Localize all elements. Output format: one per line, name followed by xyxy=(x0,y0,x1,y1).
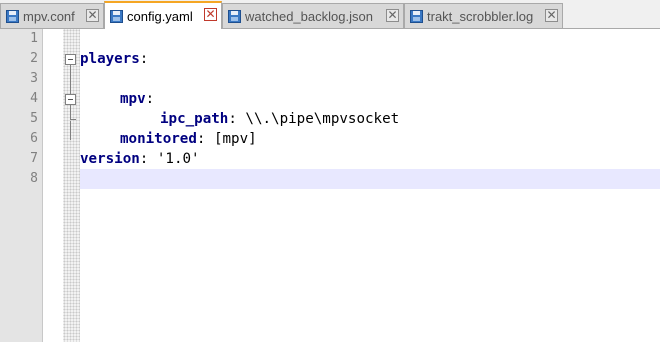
yaml-key: mpv xyxy=(120,91,146,107)
fold-end-marker xyxy=(70,119,76,120)
yaml-colon: : xyxy=(139,51,149,67)
tab-mpv-conf[interactable]: mpv.conf ✕ xyxy=(0,3,104,28)
close-icon[interactable]: ✕ xyxy=(386,9,399,22)
close-icon[interactable]: ✕ xyxy=(86,9,99,22)
code-line[interactable]: version: '1.0' xyxy=(80,149,200,169)
tab-label: mpv.conf xyxy=(23,8,75,24)
yaml-value: '1.0' xyxy=(148,151,200,167)
fold-guide xyxy=(70,65,71,94)
yaml-value: [mpv] xyxy=(205,131,257,147)
code-line[interactable]: monitored: [mpv] xyxy=(80,129,257,149)
yaml-colon: : xyxy=(145,91,155,107)
fold-guide xyxy=(70,121,71,140)
line-number: 5 xyxy=(30,111,38,126)
tab-label: trakt_scrobbler.log xyxy=(427,8,534,24)
line-number-gutter: 1 2 3 4 5 6 7 8 xyxy=(0,29,42,342)
tab-config-yaml[interactable]: config.yaml ✕ xyxy=(104,1,222,29)
yaml-key: ipc_path xyxy=(160,111,229,127)
fold-collapse-icon[interactable] xyxy=(65,94,76,105)
tab-trakt-scrobbler-log[interactable]: trakt_scrobbler.log ✕ xyxy=(404,3,563,28)
tab-label: watched_backlog.json xyxy=(245,8,373,24)
close-icon[interactable]: ✕ xyxy=(204,8,217,21)
code-editor[interactable]: 1 2 3 4 5 6 7 8 players: mpv: ipc_path: … xyxy=(0,29,660,342)
line-number: 1 xyxy=(30,31,38,46)
save-disk-icon xyxy=(110,9,123,23)
line-number: 7 xyxy=(30,151,38,166)
yaml-key: players xyxy=(80,51,140,67)
tab-bar: mpv.conf ✕ config.yaml ✕ watched_backlog… xyxy=(0,0,660,29)
tab-label: config.yaml xyxy=(127,8,193,24)
fold-margin[interactable] xyxy=(63,29,80,342)
yaml-colon: : xyxy=(228,111,237,127)
save-disk-icon xyxy=(6,9,19,23)
close-icon[interactable]: ✕ xyxy=(545,9,558,22)
line-number: 3 xyxy=(30,71,38,86)
yaml-value: \\.\pipe\mpvsocket xyxy=(236,111,400,127)
code-line[interactable]: mpv: xyxy=(80,89,154,109)
gutter-separator xyxy=(42,29,43,342)
save-disk-icon xyxy=(410,9,423,23)
tab-watched-backlog-json[interactable]: watched_backlog.json ✕ xyxy=(222,3,404,28)
yaml-key: version xyxy=(80,151,140,167)
line-number: 8 xyxy=(30,171,38,186)
code-line[interactable]: ipc_path: \\.\pipe\mpvsocket xyxy=(80,109,399,129)
code-line[interactable]: players: xyxy=(80,49,148,69)
fold-guide xyxy=(70,105,71,119)
current-line-highlight xyxy=(80,169,660,189)
yaml-key: monitored xyxy=(120,131,197,147)
line-number: 6 xyxy=(30,131,38,146)
line-number: 4 xyxy=(30,91,38,106)
line-number: 2 xyxy=(30,51,38,66)
fold-collapse-icon[interactable] xyxy=(65,54,76,65)
save-disk-icon xyxy=(228,9,241,23)
